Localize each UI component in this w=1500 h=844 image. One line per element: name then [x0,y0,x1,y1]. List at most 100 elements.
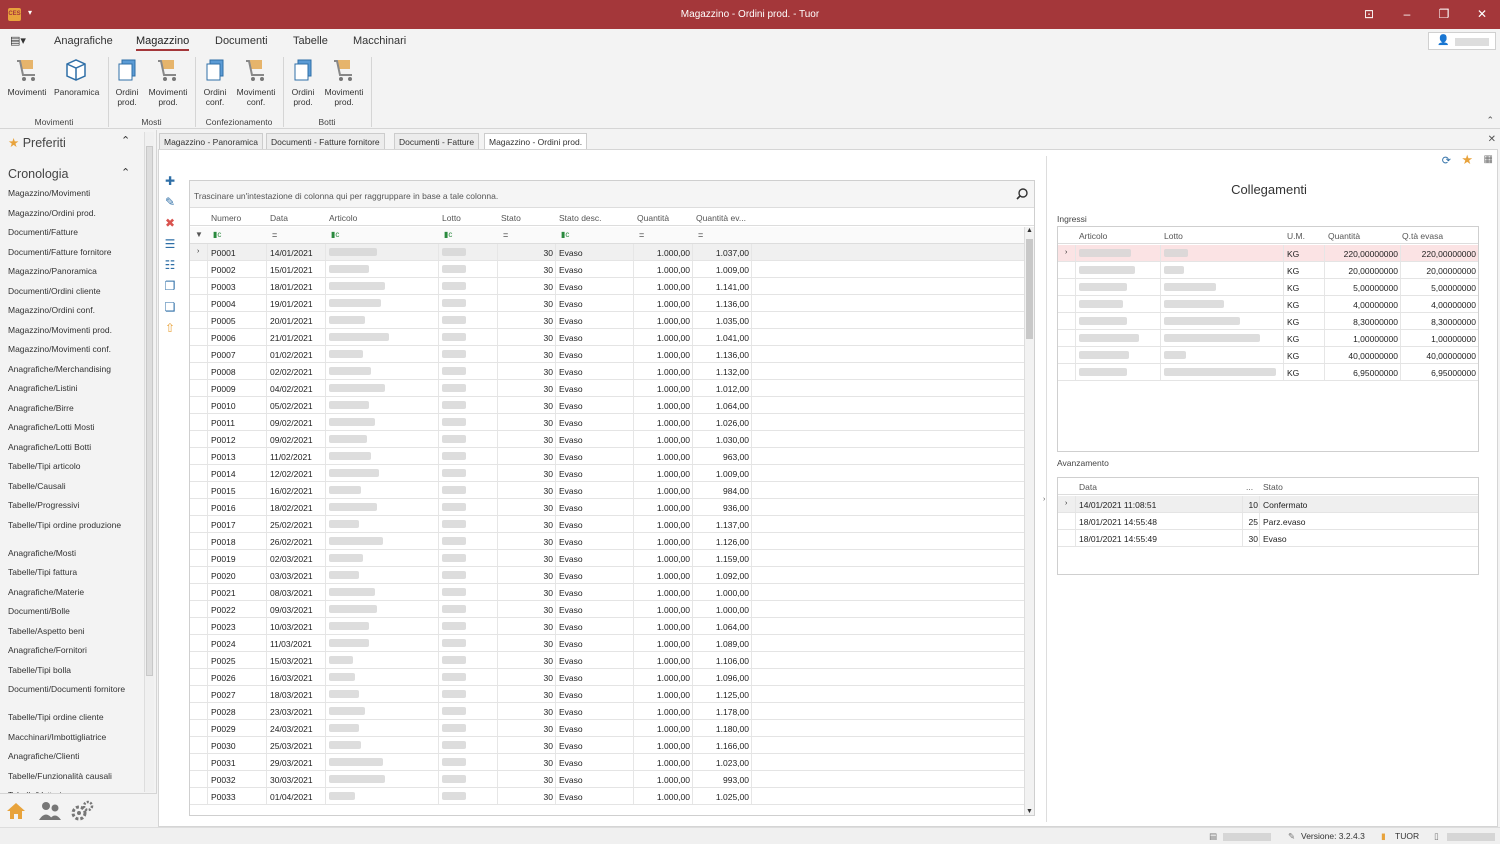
table-row[interactable]: P0027 18/03/2021 30 Evaso 1.000,00 1.125,00 [190,686,1026,703]
ribbon-movimenti-prod-botti-button[interactable]: Movimenti prod. [322,57,366,107]
col-lotto[interactable]: Lotto [1164,231,1183,241]
ribbon-ordini-conf-button[interactable]: Ordini conf. [193,57,237,107]
table-row[interactable]: KG 5,00000000 5,00000000 [1058,279,1478,296]
history-item[interactable]: Magazzino/Ordini conf. [8,305,142,315]
history-item[interactable]: Tabelle/Aspetto beni [8,626,142,636]
ribbon-ordini-prod-mosti-button[interactable]: Ordini prod. [105,57,149,107]
list-icon[interactable]: ☰ [163,237,177,251]
col-data[interactable]: Data [1079,482,1097,492]
tab-magazzino-ordini-prod[interactable]: Magazzino - Ordini prod. [484,133,588,150]
table-row[interactable]: KG 8,30000000 8,30000000 [1058,313,1478,330]
table-row[interactable]: P0008 02/02/2021 30 Evaso 1.000,00 1.132,00 [190,363,1026,380]
history-item[interactable]: Anagrafiche/Clienti [8,751,142,761]
history-item[interactable]: Anagrafiche/Merchandising [8,364,142,374]
table-row[interactable]: P0002 15/01/2021 30 Evaso 1.000,00 1.009,00 [190,261,1026,278]
list-detail-icon[interactable]: ☷ [163,258,177,272]
history-item[interactable]: Documenti/Fatture fornitore [8,247,142,257]
menu-macchinari[interactable]: Macchinari [353,35,406,47]
history-header[interactable]: Cronologia [8,167,68,181]
col-qta-evasa[interactable]: Q.tà evasa [1402,231,1443,241]
history-item[interactable]: Anagrafiche/Fornitori [8,645,142,655]
table-row[interactable]: P0009 04/02/2021 30 Evaso 1.000,00 1.012,00 [190,380,1026,397]
table-row[interactable]: › 14/01/2021 11:08:51 10 Confermato [1058,496,1478,513]
history-item[interactable]: Tabelle/Tipi articolo [8,461,142,471]
history-item[interactable]: Documenti/Bolle [8,606,142,616]
table-row[interactable]: P0026 16/03/2021 30 Evaso 1.000,00 1.096,00 [190,669,1026,686]
history-item[interactable]: Documenti/Ordini cliente [8,286,142,296]
table-row[interactable]: P0030 25/03/2021 30 Evaso 1.000,00 1.166,00 [190,737,1026,754]
history-item[interactable]: Anagrafiche/Mosti [8,548,142,558]
col-codice[interactable]: ... [1246,482,1253,492]
table-row[interactable]: P0029 24/03/2021 30 Evaso 1.000,00 1.180,00 [190,720,1026,737]
history-item[interactable]: Tabelle/Tipi ordine produzione [8,520,142,530]
table-row[interactable]: › KG 220,00000000 220,00000000 [1058,245,1478,262]
history-item[interactable]: Tabelle/Causali [8,481,142,491]
menu-documenti[interactable]: Documenti [215,35,268,47]
history-item[interactable]: Anagrafiche/Lotti Botti [8,442,142,452]
col-articolo[interactable]: Articolo [329,213,357,223]
table-row[interactable]: P0004 19/01/2021 30 Evaso 1.000,00 1.136,00 [190,295,1026,312]
close-tab-icon[interactable]: ✕ [1488,134,1496,145]
table-row[interactable]: P0024 11/03/2021 30 Evaso 1.000,00 1.089,00 [190,635,1026,652]
table-row[interactable]: KG 1,00000000 1,00000000 [1058,330,1478,347]
export-icon[interactable]: ⇧ [163,321,177,335]
col-stato-desc[interactable]: Stato desc. [559,213,602,223]
table-row[interactable]: P0013 11/02/2021 30 Evaso 1.000,00 963,00 [190,448,1026,465]
group-by-panel[interactable]: Trascinare un'intestazione di colonna qu… [190,181,1034,208]
history-item[interactable]: Anagrafiche/Lotti Mosti [8,422,142,432]
table-row[interactable]: P0010 05/02/2021 30 Evaso 1.000,00 1.064,00 [190,397,1026,414]
app-menu-icon[interactable]: ▤▾ [10,34,26,47]
user-box[interactable]: 👤 [1428,32,1496,50]
history-item[interactable]: Tabelle/Progressivi [8,500,142,510]
table-row[interactable]: P0017 25/02/2021 30 Evaso 1.000,00 1.137,00 [190,516,1026,533]
table-row[interactable]: P0005 20/01/2021 30 Evaso 1.000,00 1.035,00 [190,312,1026,329]
collapse-ribbon-icon[interactable]: ⌃ [1486,115,1494,126]
col-quantita[interactable]: Quantità [637,213,669,223]
table-row[interactable]: P0020 03/03/2021 30 Evaso 1.000,00 1.092,00 [190,567,1026,584]
ribbon-movimenti-conf-button[interactable]: Movimenti conf. [234,57,278,107]
history-item[interactable]: Documenti/Documenti fornitore [8,684,142,694]
col-stato[interactable]: Stato [1263,482,1283,492]
grid-scrollbar[interactable]: ▲ ▼ [1024,227,1034,815]
history-item[interactable]: Magazzino/Ordini prod. [8,208,142,218]
table-row[interactable]: KG 6,95000000 6,95000000 [1058,364,1478,381]
delete-icon[interactable]: ✖ [163,216,177,230]
history-item[interactable]: Macchinari/Imbottigliatrice [8,732,142,742]
col-data[interactable]: Data [270,213,288,223]
table-row[interactable]: P0023 10/03/2021 30 Evaso 1.000,00 1.064,00 [190,618,1026,635]
table-row[interactable]: P0033 01/04/2021 30 Evaso 1.000,00 1.025,00 [190,788,1026,805]
add-icon[interactable]: ✚ [163,174,177,188]
ribbon-movimenti-button[interactable]: Movimenti [5,57,49,97]
tab-magazzino-panoramica[interactable]: Magazzino - Panoramica [159,133,264,149]
table-row[interactable]: › P0001 14/01/2021 30 Evaso 1.000,00 1.037,00 [190,244,1026,261]
history-item[interactable]: Magazzino/Movimenti [8,188,142,198]
ribbon-panoramica-button[interactable]: Panoramica [54,57,99,97]
table-row[interactable]: P0016 18/02/2021 30 Evaso 1.000,00 936,00 [190,499,1026,516]
tab-documenti-fatture[interactable]: Documenti - Fatture [394,133,480,149]
table-row[interactable]: P0019 02/03/2021 30 Evaso 1.000,00 1.159,00 [190,550,1026,567]
ribbon-ordini-prod-botti-button[interactable]: Ordini prod. [281,57,325,107]
history-item[interactable]: Anagrafiche/Materie [8,587,142,597]
menu-anagrafiche[interactable]: Anagrafiche [54,35,113,47]
ribbon-display-icon[interactable]: ⊡ [1359,7,1379,21]
table-row[interactable]: P0022 09/03/2021 30 Evaso 1.000,00 1.000,00 [190,601,1026,618]
table-row[interactable]: 18/01/2021 14:55:49 30 Evaso [1058,530,1478,547]
table-row[interactable]: KG 40,00000000 40,00000000 [1058,347,1478,364]
table-row[interactable]: P0031 29/03/2021 30 Evaso 1.000,00 1.023,00 [190,754,1026,771]
filter-row[interactable]: ▼ ▮c = ▮c ▮c = ▮c = = [190,227,1034,244]
table-row[interactable]: P0015 16/02/2021 30 Evaso 1.000,00 984,00 [190,482,1026,499]
history-item[interactable]: Magazzino/Movimenti conf. [8,344,142,354]
history-item[interactable]: Tabelle/Tipi bolla [8,665,142,675]
splitter[interactable]: › [1043,156,1047,822]
copy-document-alt-icon[interactable]: ❏ [163,300,177,314]
col-articolo[interactable]: Articolo [1079,231,1107,241]
history-collapse-icon[interactable]: ⌃ [121,166,130,179]
table-row[interactable]: KG 20,00000000 20,00000000 [1058,262,1478,279]
history-item[interactable]: Tabelle/Tipi ordine cliente [8,712,142,722]
table-row[interactable]: P0006 21/01/2021 30 Evaso 1.000,00 1.041,00 [190,329,1026,346]
minimize-button[interactable]: – [1397,7,1417,21]
history-item[interactable]: Tabelle/Funzionalità causali [8,771,142,781]
table-row[interactable]: P0014 12/02/2021 30 Evaso 1.000,00 1.009,00 [190,465,1026,482]
menu-tabelle[interactable]: Tabelle [293,35,328,47]
history-item[interactable]: Documenti/Fatture [8,227,142,237]
